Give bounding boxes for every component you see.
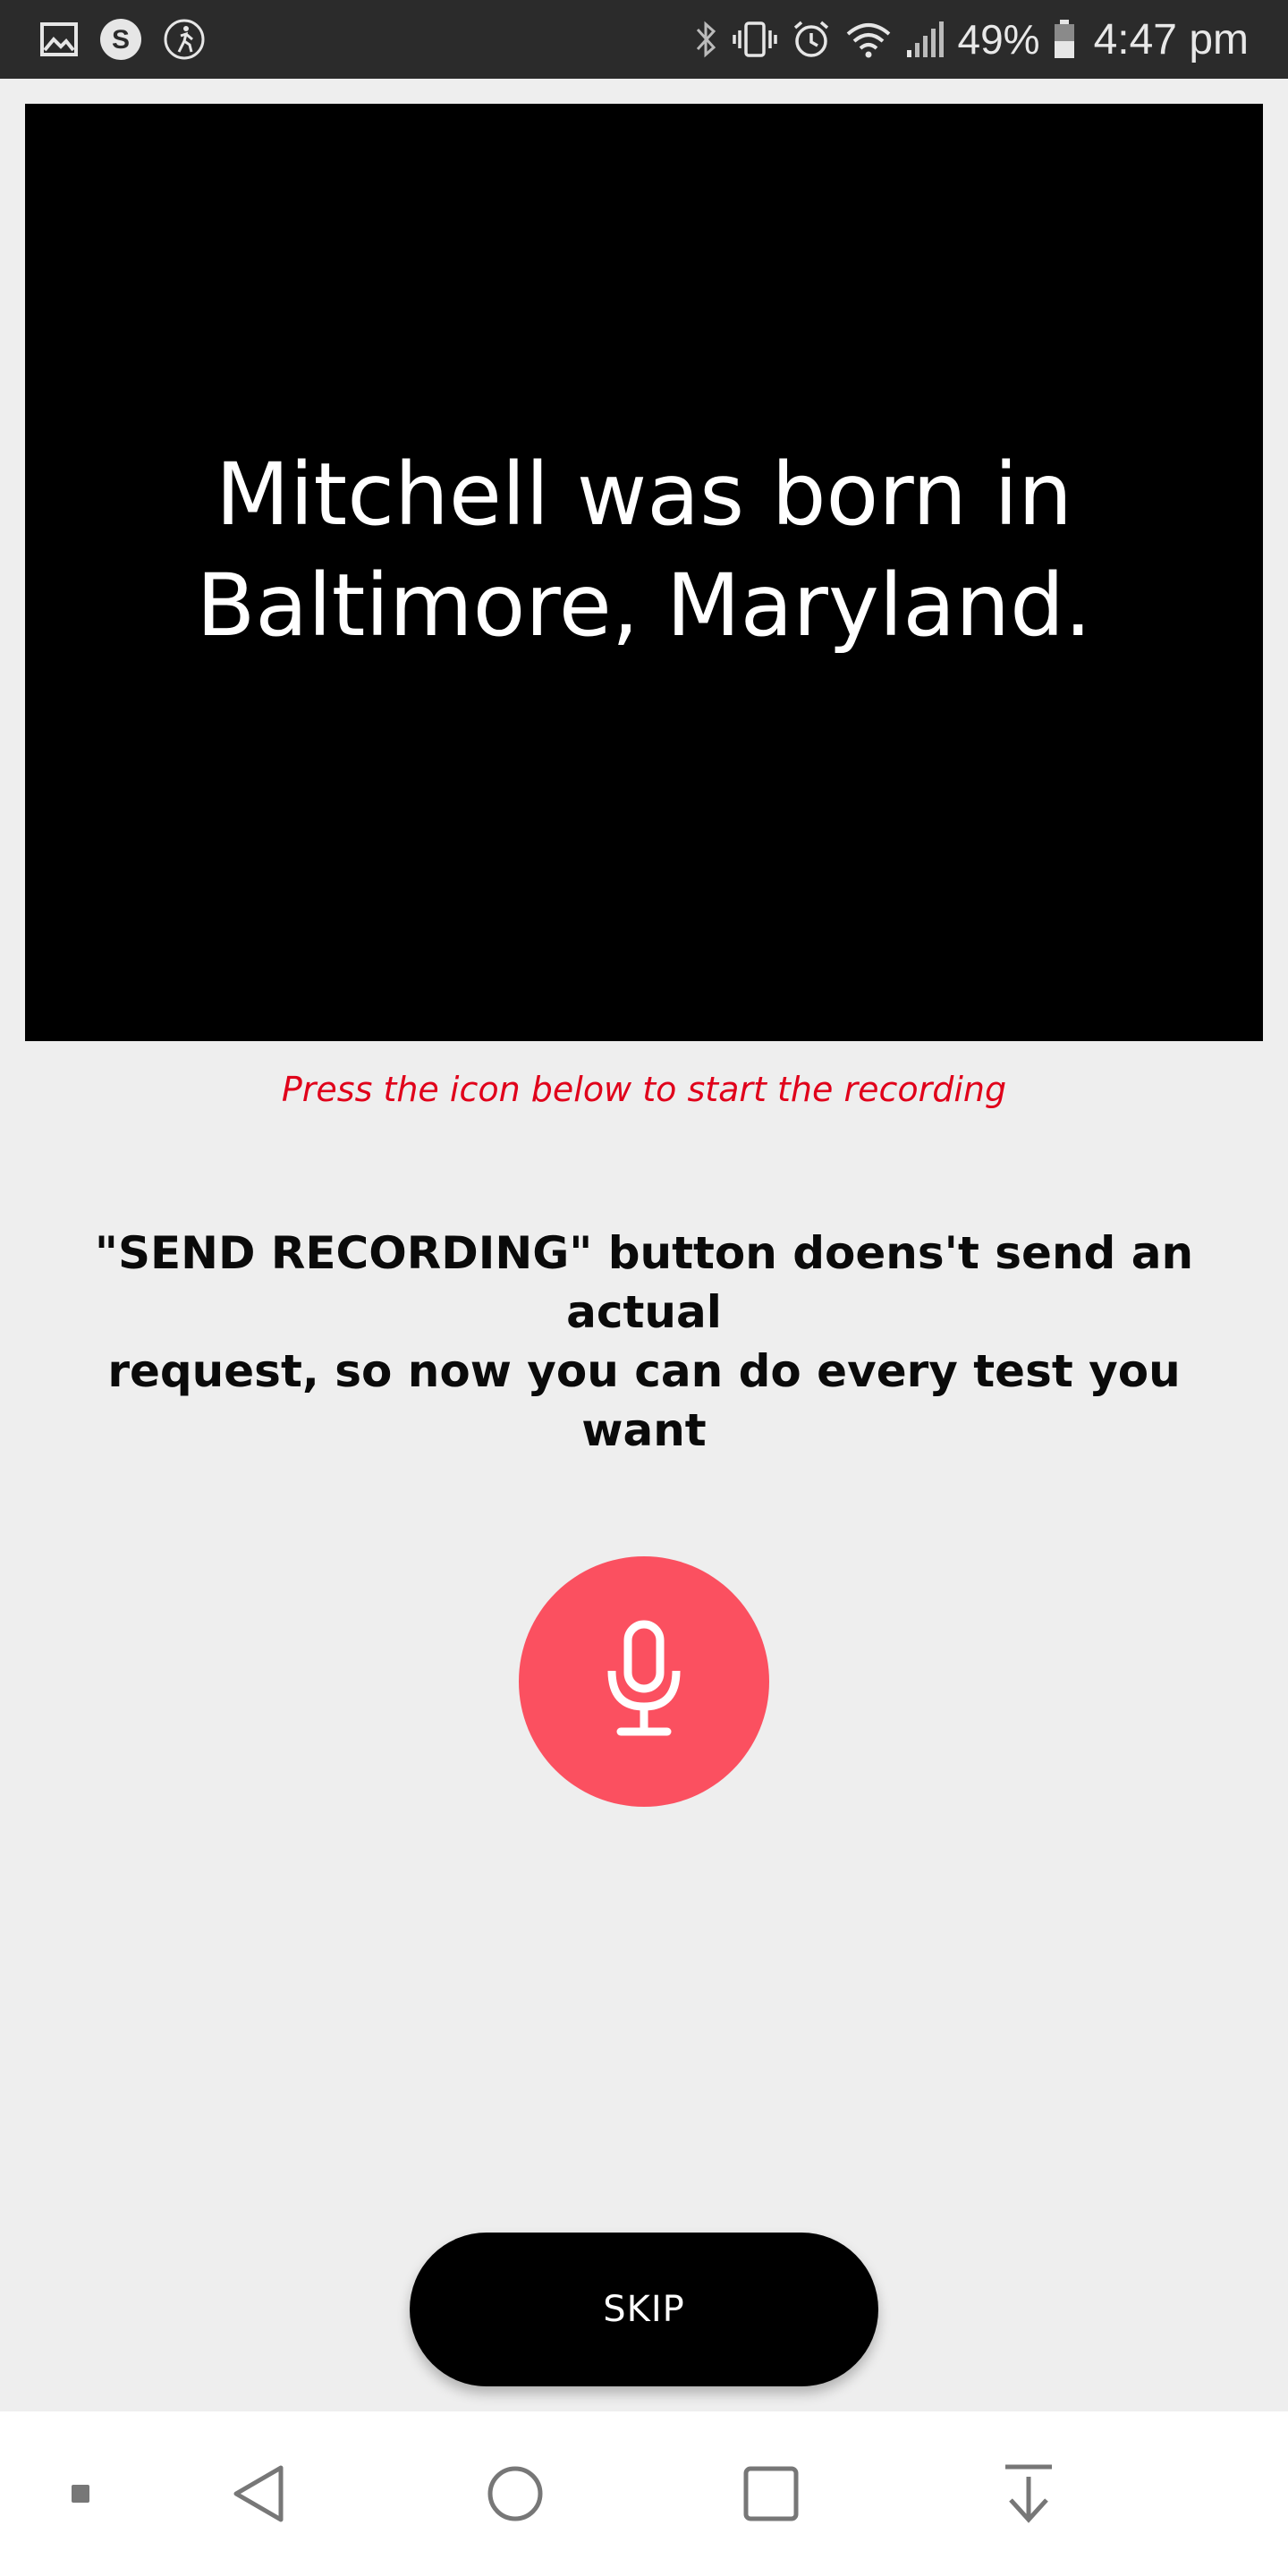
microphone-icon bbox=[599, 1617, 689, 1746]
back-icon[interactable] bbox=[215, 2411, 304, 2576]
accessibility-icon bbox=[163, 18, 206, 61]
status-bar-right: 49% 4:47 pm bbox=[694, 9, 1249, 70]
bluetooth-icon bbox=[694, 19, 719, 60]
skip-button[interactable]: SKIP bbox=[410, 2233, 878, 2386]
navigation-bar bbox=[0, 2411, 1288, 2576]
clock: 4:47 pm bbox=[1093, 15, 1249, 64]
prompt-sentence: Mitchell was born in Baltimore, Maryland… bbox=[196, 445, 1092, 656]
recents-icon[interactable] bbox=[726, 2411, 816, 2576]
alarm-icon bbox=[791, 19, 832, 60]
battery-percentage: 49% bbox=[957, 16, 1040, 63]
vibrate-icon bbox=[732, 20, 778, 59]
signal-icon bbox=[905, 20, 945, 59]
prompt-panel: Mitchell was born in Baltimore, Maryland… bbox=[25, 104, 1263, 1041]
send-recording-notice: "SEND RECORDING" button doens't send an … bbox=[94, 1227, 1194, 1456]
battery-icon bbox=[1053, 19, 1076, 60]
status-bar: S 49% 4:47 pm bbox=[0, 0, 1288, 79]
record-button[interactable] bbox=[519, 1556, 769, 1807]
pull-down-icon[interactable] bbox=[984, 2411, 1073, 2576]
s-app-icon: S bbox=[98, 17, 143, 62]
status-bar-left: S bbox=[39, 13, 206, 66]
home-icon[interactable] bbox=[470, 2411, 560, 2576]
dot-icon bbox=[54, 2411, 107, 2576]
image-icon bbox=[39, 21, 79, 57]
svg-text:S: S bbox=[112, 25, 130, 55]
wifi-icon bbox=[844, 20, 893, 59]
recording-hint: Press the icon below to start the record… bbox=[281, 1070, 1007, 1109]
